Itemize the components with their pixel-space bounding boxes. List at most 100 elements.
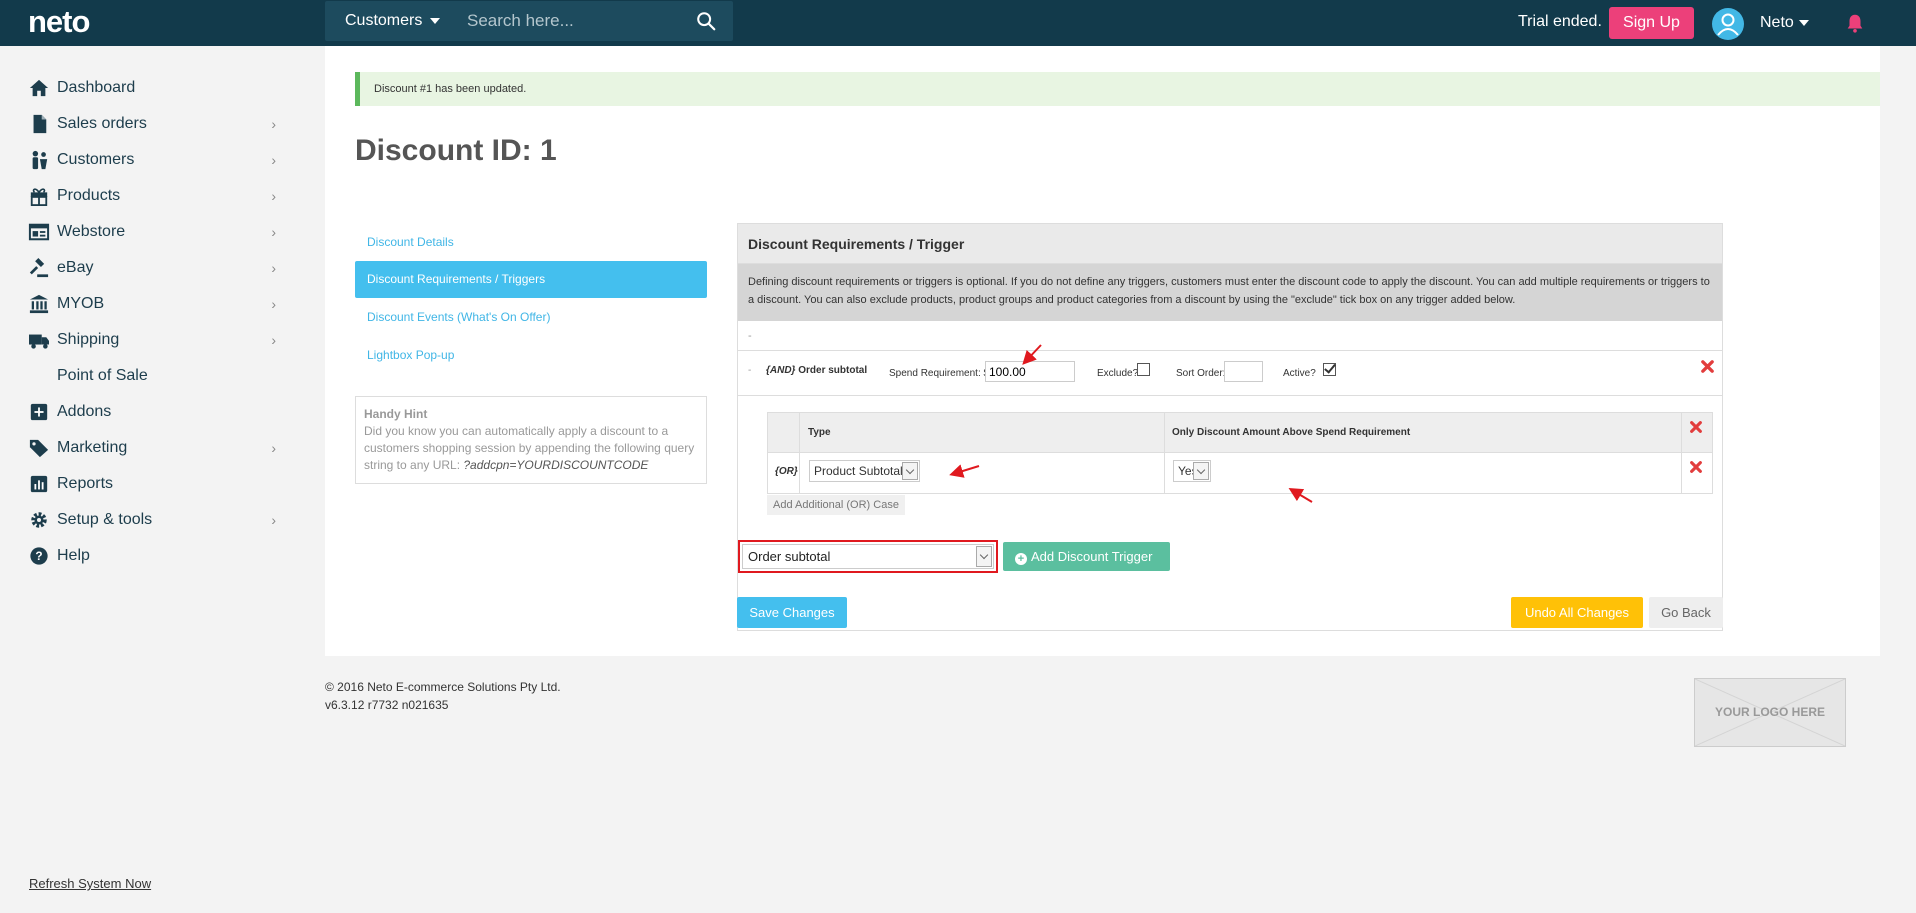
sidebar-item-label: Dashboard — [57, 79, 136, 96]
gear-icon — [31, 512, 47, 528]
delete-trigger-icon[interactable] — [1700, 359, 1715, 374]
trial-status: Trial ended. — [1518, 13, 1602, 30]
logo-placeholder-text: YOUR LOGO HERE — [1714, 705, 1825, 719]
type-select-value: Product Subtotal — [814, 464, 903, 478]
user-icon — [1717, 13, 1739, 36]
caret-down-icon — [1798, 19, 1809, 26]
svg-text:?: ? — [35, 549, 42, 563]
sidebar-item-label: Addons — [57, 403, 112, 420]
sort-order-label: Sort Order: — [1176, 368, 1226, 379]
go-back-button[interactable]: Go Back — [1649, 597, 1723, 628]
sidebar: Dashboard Sales orders › Customers › Pro… — [0, 46, 295, 913]
panel-description: Defining discount requirements or trigge… — [738, 264, 1722, 321]
people-icon — [32, 150, 48, 170]
delete-column-icon[interactable] — [1689, 420, 1703, 434]
or-cases-table: Type Only Discount Amount Above Spend Re… — [767, 412, 1713, 494]
sidebar-item-label: Sales orders — [57, 115, 147, 132]
copyright: © 2016 Neto E-commerce Solutions Pty Ltd… — [325, 680, 561, 694]
sidebar-item-label: eBay — [57, 259, 94, 276]
tab-discount-requirements[interactable]: Discount Requirements / Triggers — [355, 261, 707, 298]
chevron-down-icon — [1193, 462, 1209, 480]
trigger-type-select[interactable]: Order subtotal — [738, 540, 998, 573]
user-name: Neto — [1760, 14, 1794, 31]
sidebar-item-setup-tools[interactable]: Setup & tools › — [28, 505, 276, 535]
gift-icon — [30, 188, 48, 206]
sidebar-item-webstore[interactable]: Webstore › — [28, 217, 276, 247]
tab-discount-events[interactable]: Discount Events (What's On Offer) — [355, 299, 707, 336]
sort-order-input[interactable] — [1224, 361, 1263, 382]
trigger-row: - {AND} Order subtotal Spend Requirement… — [738, 351, 1722, 396]
delete-or-case-icon[interactable] — [1689, 460, 1703, 474]
and-prefix: {AND} — [766, 365, 796, 376]
sidebar-item-label: Help — [57, 547, 90, 564]
sidebar-item-label: Customers — [57, 151, 135, 168]
spend-requirement-input[interactable] — [985, 361, 1075, 382]
main-panel: Discount #1 has been updated. Discount I… — [325, 46, 1880, 656]
page-title: Discount ID: 1 — [355, 134, 557, 167]
trigger-label: {AND} Order subtotal — [766, 365, 867, 376]
success-alert: Discount #1 has been updated. — [355, 72, 1880, 106]
hint-title: Handy Hint — [364, 407, 428, 421]
active-checkbox[interactable] — [1323, 363, 1336, 376]
active-label: Active? — [1283, 368, 1316, 379]
plus-circle-icon: + — [1015, 553, 1027, 565]
gavel-icon — [29, 258, 49, 278]
bar-chart-icon — [30, 475, 48, 493]
sidebar-item-help[interactable]: ? Help — [28, 541, 276, 571]
avatar[interactable] — [1712, 8, 1744, 40]
only-discount-select[interactable]: Yes — [1173, 460, 1211, 482]
sidebar-item-point-of-sale[interactable]: Point of Sale — [28, 361, 276, 391]
sidebar-item-shipping[interactable]: Shipping › — [28, 325, 276, 355]
exclude-label: Exclude? — [1097, 368, 1139, 379]
refresh-system-link[interactable]: Refresh System Now — [29, 876, 151, 891]
chevron-right-icon: › — [271, 512, 276, 528]
sidebar-item-ebay[interactable]: eBay › — [28, 253, 276, 283]
sidebar-item-sales-orders[interactable]: Sales orders › — [28, 109, 276, 139]
sidebar-item-label: MYOB — [57, 295, 105, 312]
sidebar-item-customers[interactable]: Customers › — [28, 145, 276, 175]
row-dash: - — [748, 365, 752, 376]
version: v6.3.12 r7732 n021635 — [325, 698, 449, 712]
sidebar-item-myob[interactable]: MYOB › — [28, 289, 276, 319]
empty-row: - — [738, 321, 1722, 351]
top-bar: neto Customers Trial ended. Sign Up Neto — [0, 0, 1916, 46]
chevron-right-icon: › — [271, 332, 276, 348]
add-discount-trigger-button[interactable]: + Add Discount Trigger — [1003, 542, 1170, 571]
search-input[interactable] — [467, 9, 687, 33]
sidebar-item-label: Reports — [57, 475, 114, 492]
chevron-down-icon — [902, 462, 918, 480]
tab-discount-details[interactable]: Discount Details — [355, 224, 707, 261]
sidebar-item-reports[interactable]: Reports — [28, 469, 276, 499]
exclude-checkbox[interactable] — [1137, 363, 1150, 376]
tag-icon — [29, 439, 49, 458]
search-icon[interactable] — [695, 10, 717, 32]
bell-icon[interactable] — [1844, 12, 1866, 34]
tab-lightbox-popup[interactable]: Lightbox Pop-up — [355, 337, 707, 374]
trigger-type-inner: Order subtotal — [742, 544, 994, 569]
or-label: {OR} — [775, 466, 798, 477]
sidebar-item-label: Point of Sale — [57, 367, 148, 384]
home-icon — [29, 79, 49, 97]
user-menu[interactable]: Neto — [1760, 14, 1809, 32]
save-changes-button[interactable]: Save Changes — [737, 597, 847, 628]
plus-square-icon — [30, 403, 48, 421]
search-scope-dropdown[interactable]: Customers — [345, 12, 441, 30]
sidebar-item-addons[interactable]: Addons — [28, 397, 276, 427]
chevron-right-icon: › — [271, 152, 276, 168]
sidebar-item-products[interactable]: Products › — [28, 181, 276, 211]
search-scope-label: Customers — [345, 12, 423, 29]
document-icon — [33, 114, 47, 134]
sign-up-button[interactable]: Sign Up — [1609, 7, 1694, 39]
undo-all-changes-button[interactable]: Undo All Changes — [1511, 597, 1643, 628]
type-select[interactable]: Product Subtotal — [809, 460, 920, 482]
sidebar-item-label: Webstore — [57, 223, 126, 240]
caret-down-icon — [430, 17, 441, 24]
sidebar-item-marketing[interactable]: Marketing › — [28, 433, 276, 463]
requirements-panel: Discount Requirements / Trigger Defining… — [737, 223, 1723, 631]
chevron-right-icon: › — [271, 440, 276, 456]
neto-logo[interactable]: neto — [28, 4, 90, 40]
bank-icon — [29, 294, 49, 314]
sidebar-item-dashboard[interactable]: Dashboard — [28, 73, 276, 103]
add-or-case-button[interactable]: Add Additional (OR) Case — [767, 495, 905, 515]
search-box: Customers — [325, 1, 733, 41]
